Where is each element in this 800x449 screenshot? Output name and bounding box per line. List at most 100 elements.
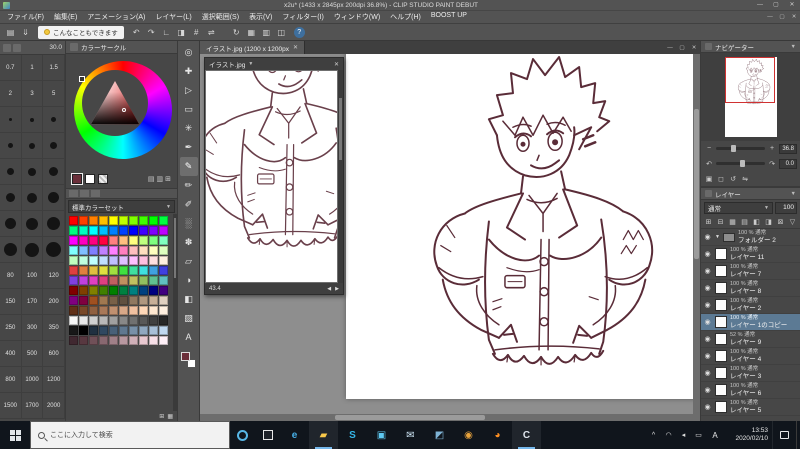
brush-size-cell[interactable]: 1200 <box>43 367 65 393</box>
cortana-button[interactable] <box>230 421 255 449</box>
rotate-right-icon[interactable]: ↷ <box>767 160 777 168</box>
layer-visibility-icon[interactable]: ◉ <box>703 335 712 343</box>
color-swatch[interactable] <box>129 336 138 345</box>
color-wheel[interactable] <box>66 54 177 170</box>
close-button[interactable]: ✕ <box>784 0 800 10</box>
brush-size-cell[interactable]: 3 <box>21 81 44 107</box>
taskbar-app-explorer[interactable]: ▰ <box>309 421 338 449</box>
minimize-button[interactable]: — <box>752 0 768 10</box>
color-swatch[interactable] <box>139 306 148 315</box>
color-set-action-icon-1[interactable]: ▦ <box>167 413 173 420</box>
taskbar-app-photos[interactable]: ◩ <box>425 421 454 449</box>
color-swatch[interactable] <box>69 226 78 235</box>
color-swatch[interactable] <box>109 226 118 235</box>
color-swatch[interactable] <box>119 216 128 225</box>
color-set-action-icon-0[interactable]: ⊞ <box>159 413 164 420</box>
grid-icon[interactable]: ▦ <box>245 26 258 39</box>
taskbar-app-firefox[interactable]: ◕ <box>483 421 512 449</box>
color-swatch[interactable] <box>109 266 118 275</box>
color-swatch[interactable] <box>99 326 108 335</box>
layer-panel-icon-0[interactable]: ⊞ <box>703 218 714 226</box>
layer-visibility-icon[interactable]: ◉ <box>703 352 712 360</box>
eyedropper-tool[interactable]: ✒ <box>180 138 198 157</box>
color-swatch[interactable] <box>119 296 128 305</box>
color-swatch[interactable] <box>149 266 158 275</box>
color-swatch[interactable] <box>159 296 168 305</box>
color-history-tab-icon[interactable] <box>80 190 89 197</box>
color-swatch[interactable] <box>109 216 118 225</box>
menu-item-1[interactable]: 編集(E) <box>49 12 82 22</box>
zoom-in-icon[interactable]: + <box>767 145 777 152</box>
color-picker-dot[interactable] <box>122 108 126 112</box>
color-swatch[interactable] <box>99 316 108 325</box>
brush-size-cell[interactable]: 1 <box>21 55 44 81</box>
navigator-button-2[interactable]: ↺ <box>728 175 738 183</box>
color-swatch[interactable] <box>109 286 118 295</box>
start-button[interactable] <box>0 421 30 449</box>
folder-expand-icon[interactable]: ▼ <box>715 234 720 240</box>
color-swatch[interactable] <box>129 326 138 335</box>
color-swatch[interactable] <box>69 266 78 275</box>
menu-item-9[interactable]: BOOST UP <box>426 12 472 22</box>
color-swatch[interactable] <box>69 256 78 265</box>
rotate-value[interactable]: 0.0 <box>779 158 797 169</box>
snap-ruler-icon[interactable]: ∟ <box>160 26 173 39</box>
zoom-slider[interactable] <box>716 145 765 152</box>
color-swatch[interactable] <box>149 216 158 225</box>
color-swatch[interactable] <box>109 276 118 285</box>
color-swatch[interactable] <box>69 236 78 245</box>
snapshot-icon[interactable]: ◫ <box>275 26 288 39</box>
color-swatch[interactable] <box>149 286 158 295</box>
zoom-out-icon[interactable]: − <box>704 145 714 152</box>
brush-size-cell[interactable] <box>43 159 65 185</box>
tab-close-icon[interactable]: ✕ <box>293 44 298 51</box>
brush-size-cell[interactable]: 2 <box>0 81 22 107</box>
layer-visibility-icon[interactable]: ◉ <box>703 318 712 326</box>
color-swatch[interactable] <box>109 316 118 325</box>
transparent-color-chip[interactable] <box>98 174 108 184</box>
gradient-tool[interactable]: ▨ <box>180 309 198 328</box>
color-swatch[interactable] <box>129 286 138 295</box>
menu-item-6[interactable]: フィルター(I) <box>277 12 328 22</box>
help-icon[interactable]: ? <box>293 26 305 38</box>
brush-size-cell[interactable]: 200 <box>43 289 65 315</box>
color-swatch[interactable] <box>69 306 78 315</box>
color-swatch[interactable] <box>129 296 138 305</box>
main-color-chip[interactable] <box>180 352 190 361</box>
color-swatch[interactable] <box>89 276 98 285</box>
layer-visibility-icon[interactable]: ◉ <box>703 250 712 258</box>
auto-select-tool[interactable]: ✳ <box>180 119 198 138</box>
brush-size-cell[interactable]: 250 <box>0 315 22 341</box>
color-swatch[interactable] <box>119 256 128 265</box>
intermediate-color-tab-icon[interactable] <box>91 190 100 197</box>
taskbar-app-store[interactable]: ▣ <box>367 421 396 449</box>
color-swatch[interactable] <box>159 316 168 325</box>
color-wheel-tab-icon[interactable] <box>70 43 78 51</box>
layer-row-9[interactable]: ◉ 100 % 通常 レイヤー 6 <box>701 382 800 399</box>
layer-row-10[interactable]: ◉ 100 % 通常 レイヤー 5 <box>701 399 800 416</box>
layer-row-3[interactable]: ◉ 100 % 通常 レイヤー 8 <box>701 280 800 297</box>
navigator-tab-icon[interactable] <box>705 43 712 50</box>
color-swatch[interactable] <box>99 216 108 225</box>
layer-row-6[interactable]: ◉ 52 % 通常 レイヤー 9 <box>701 331 800 348</box>
taskbar-app-edge[interactable]: e <box>280 421 309 449</box>
rotate-slider[interactable] <box>716 160 765 167</box>
document-tab[interactable]: イラスト.jpg (1200 x 1200px ✕ <box>200 41 305 54</box>
menu-item-3[interactable]: レイヤー(L) <box>150 12 196 22</box>
color-swatch[interactable] <box>129 266 138 275</box>
snap-grid-icon[interactable]: # <box>190 26 203 39</box>
color-swatch[interactable] <box>79 266 88 275</box>
brush-size-cell[interactable]: 100 <box>21 263 44 289</box>
color-swatch[interactable] <box>109 256 118 265</box>
color-swatch[interactable] <box>119 316 128 325</box>
navigator-thumbnail[interactable] <box>724 57 777 137</box>
battery-icon[interactable]: ▭ <box>691 421 706 449</box>
color-swatch[interactable] <box>139 236 148 245</box>
canvas-close-button[interactable]: ✕ <box>688 45 700 51</box>
layer-row-0[interactable]: ◉ ▼ 100 % 通常 フォルダー 2 <box>701 229 800 246</box>
color-swatch[interactable] <box>69 336 78 345</box>
color-swatch[interactable] <box>99 276 108 285</box>
brush-size-cell[interactable]: 2000 <box>43 393 65 419</box>
canvas-horizontal-scrollbar[interactable] <box>200 414 700 421</box>
color-swatch[interactable] <box>79 226 88 235</box>
